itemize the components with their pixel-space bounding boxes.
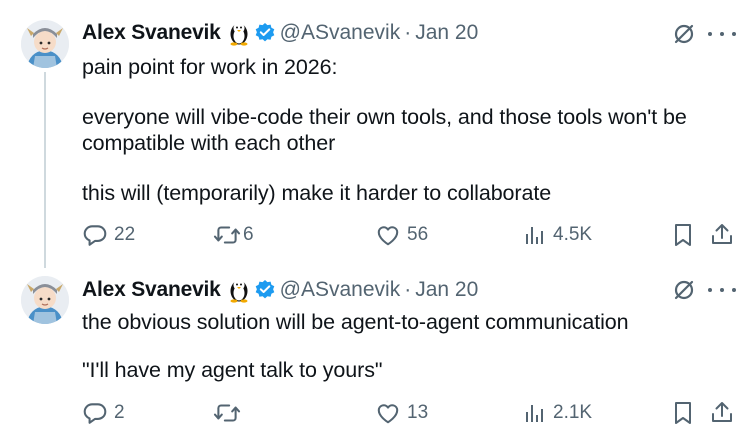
action-bar: 22 6 56 4.5K bbox=[82, 220, 742, 250]
more-icon[interactable] bbox=[708, 278, 736, 302]
avatar[interactable] bbox=[21, 276, 69, 324]
views-button[interactable]: 2.1K bbox=[523, 398, 592, 428]
tweet-paragraph: "I'll have my agent talk to yours" bbox=[82, 358, 383, 382]
grok-icon[interactable] bbox=[672, 278, 696, 302]
like-count: 13 bbox=[407, 402, 429, 423]
tweet-date[interactable]: Jan 20 bbox=[415, 278, 478, 302]
view-count: 2.1K bbox=[553, 402, 593, 423]
share-button[interactable] bbox=[710, 398, 734, 428]
separator: · bbox=[404, 278, 412, 301]
view-count: 4.5K bbox=[553, 224, 593, 245]
reply-count: 2 bbox=[114, 402, 125, 423]
analytics-icon bbox=[526, 227, 543, 244]
tweet-date[interactable]: Jan 20 bbox=[415, 21, 478, 45]
like-button[interactable]: 13 bbox=[375, 398, 428, 428]
avatar[interactable] bbox=[21, 20, 69, 68]
reply-count: 22 bbox=[114, 224, 136, 245]
author-name[interactable]: Alex Svanevik bbox=[82, 21, 221, 45]
grok-icon[interactable] bbox=[672, 22, 696, 46]
analytics-icon bbox=[526, 405, 543, 422]
like-count: 56 bbox=[407, 224, 429, 245]
reply-icon bbox=[83, 403, 107, 424]
tweet-paragraph: the obvious solution will be agent-to-ag… bbox=[82, 310, 629, 334]
tweet-header: Alex Svanevik @ASvanevik · Jan 20 bbox=[82, 19, 478, 47]
reply-icon bbox=[83, 225, 107, 246]
action-bar: 2 13 2.1K bbox=[82, 398, 742, 428]
repost-icon bbox=[213, 404, 241, 422]
verified-badge-icon bbox=[254, 279, 276, 301]
tweet-paragraph: this will (temporarily) make it harder t… bbox=[82, 181, 552, 205]
like-button[interactable]: 56 bbox=[375, 220, 428, 250]
bookmark-button[interactable] bbox=[671, 220, 695, 250]
tweet-header: Alex Svanevik @ASvanevik · Jan 20 bbox=[82, 276, 478, 304]
penguin-icon bbox=[227, 20, 251, 46]
tweet[interactable]: Alex Svanevik @ASvanevik · Jan 20 bbox=[0, 262, 756, 439]
tweet-text: pain point for work in 2026: everyone wi… bbox=[82, 54, 742, 206]
tweet[interactable]: Alex Svanevik @ASvanevik · Jan 20 bbox=[0, 0, 756, 262]
share-icon bbox=[712, 224, 732, 244]
tweet-text: the obvious solution will be agent-to-ag… bbox=[82, 309, 742, 383]
penguin-icon bbox=[227, 277, 251, 303]
verified-badge-icon bbox=[254, 22, 276, 44]
more-icon[interactable] bbox=[708, 22, 736, 46]
reply-button[interactable]: 2 bbox=[82, 398, 125, 428]
repost-icon bbox=[213, 226, 241, 244]
bookmark-icon bbox=[675, 402, 691, 424]
author-name[interactable]: Alex Svanevik bbox=[82, 278, 221, 302]
share-icon bbox=[712, 402, 732, 422]
tweet-paragraph: pain point for work in 2026: bbox=[82, 55, 338, 79]
reply-button[interactable]: 22 bbox=[82, 220, 135, 250]
share-button[interactable] bbox=[710, 220, 734, 250]
bookmark-button[interactable] bbox=[671, 398, 695, 428]
repost-count: 6 bbox=[243, 224, 254, 245]
repost-button[interactable] bbox=[213, 398, 247, 428]
heart-icon bbox=[377, 404, 399, 424]
views-button[interactable]: 4.5K bbox=[523, 220, 592, 250]
bookmark-icon bbox=[675, 224, 691, 246]
separator: · bbox=[404, 21, 412, 44]
tweet-paragraph: everyone will vibe-code their own tools,… bbox=[82, 105, 687, 155]
repost-button[interactable]: 6 bbox=[213, 220, 254, 250]
heart-icon bbox=[377, 226, 399, 246]
author-handle[interactable]: @ASvanevik bbox=[280, 21, 401, 45]
author-handle[interactable]: @ASvanevik bbox=[280, 278, 401, 302]
